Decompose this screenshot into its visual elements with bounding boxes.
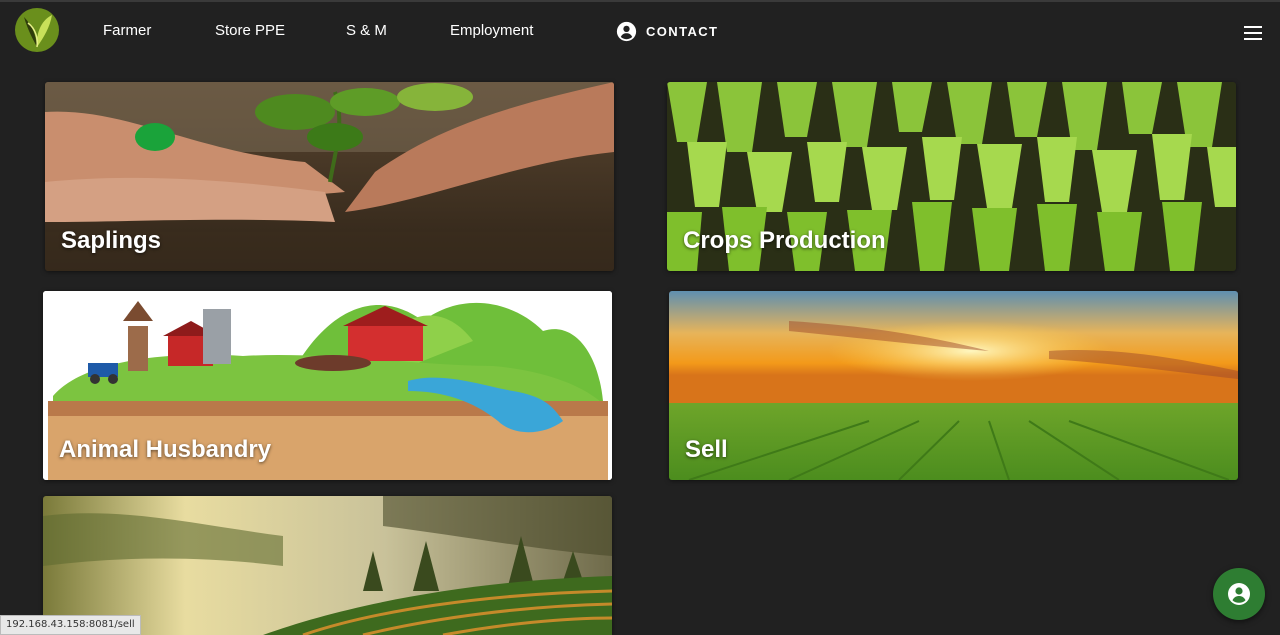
account-fab-button[interactable] [1213, 568, 1265, 620]
card-saplings[interactable]: Saplings [45, 82, 614, 271]
card-sell[interactable]: Sell [669, 291, 1238, 480]
sunset-field-photo [669, 291, 1238, 480]
nav-link-s-and-m[interactable]: S & M [346, 22, 387, 39]
contact-label: CONTACT [646, 24, 719, 39]
nav-link-store-ppe[interactable]: Store PPE [215, 22, 285, 39]
nav-link-employment[interactable]: Employment [450, 22, 533, 39]
card-title-sell: Sell [685, 436, 728, 463]
card-title-crops-production: Crops Production [683, 227, 886, 254]
nav-link-farmer[interactable]: Farmer [103, 22, 151, 39]
contact-button[interactable]: CONTACT [616, 21, 718, 42]
leaf-logo-icon[interactable] [14, 7, 60, 53]
hamburger-menu-icon[interactable] [1244, 26, 1264, 42]
card-animal-husbandry[interactable]: Animal Husbandry [43, 291, 612, 480]
account-circle-icon [616, 21, 637, 42]
top-navbar: Farmer Store PPE S & M Employment CONTAC… [0, 2, 1280, 62]
card-title-animal-husbandry: Animal Husbandry [59, 436, 272, 463]
card-title-saplings: Saplings [61, 227, 162, 254]
status-bar-url: 192.168.43.158:8081/sell [0, 615, 141, 635]
account-circle-icon [1228, 583, 1250, 605]
card-crops-production[interactable]: Crops Production [667, 82, 1236, 271]
